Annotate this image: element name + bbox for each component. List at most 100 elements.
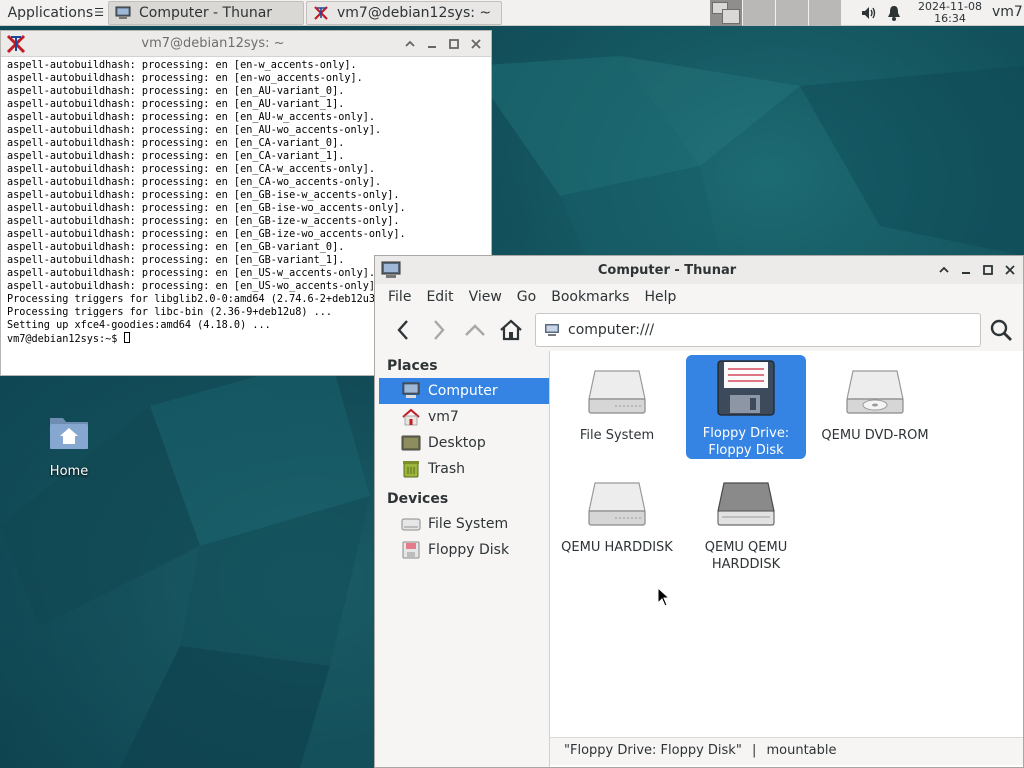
mouse-pointer-icon [657,587,671,607]
workspace-1[interactable] [710,0,742,26]
home-button[interactable] [495,314,527,346]
clock[interactable]: 2024-11-08 16:34 [914,1,986,25]
file-item-label: QEMU HARDDISK [561,540,673,555]
back-button[interactable] [387,314,419,346]
sidebar-item-file-system[interactable]: File System [379,511,549,537]
workspace-4[interactable] [809,0,841,26]
terminal-line: aspell-autobuildhash: processing: en [en… [7,112,376,123]
file-item-floppy-drive[interactable]: Floppy Drive: Floppy Disk [686,355,806,459]
sidebar-item-trash[interactable]: Trash [379,456,549,482]
sidebar-item-label: Computer [428,383,498,399]
sidebar-item-floppy-disk[interactable]: Floppy Disk [379,537,549,563]
workspace-window-preview [722,9,740,24]
thunar-panes: Places Computer vm7 Desktop Trash Device… [375,351,1023,767]
file-item-label: QEMU QEMU HARDDISK [704,540,788,572]
workspace-3[interactable] [776,0,808,26]
location-bar[interactable]: computer:/// [535,313,981,347]
terminal-line: aspell-autobuildhash: processing: en [en… [7,138,345,149]
terminal-titlebar[interactable]: vm7@debian12sys: ~ [1,31,491,57]
menu-go[interactable]: Go [510,289,544,305]
terminal-line: aspell-autobuildhash: processing: en [en… [7,190,400,201]
drive-icon [401,518,421,531]
menu-bookmarks[interactable]: Bookmarks [544,289,637,305]
file-item-label: File System [579,428,655,443]
maximize-button[interactable] [443,33,465,55]
forward-button[interactable] [423,314,455,346]
harddisk-icon [588,482,646,526]
shade-button[interactable] [933,259,955,281]
arrow-up-icon [465,324,485,336]
floppy-disk-icon [717,360,775,416]
file-item-label: Floppy Drive: Floppy Disk [702,426,790,458]
search-button[interactable] [985,314,1017,346]
applications-menu-label: Applications [7,4,94,21]
user-menu[interactable]: vm7 [992,4,1023,20]
maximize-icon [983,265,993,275]
applications-menu-button[interactable]: Applications ☰ [0,0,108,26]
terminal-line: aspell-autobuildhash: processing: en [en… [7,73,363,84]
file-item-qemu-harddisk[interactable]: QEMU HARDDISK [557,471,677,556]
sidebar-item-computer[interactable]: Computer [379,378,549,404]
menu-help[interactable]: Help [637,289,684,305]
terminal-line: aspell-autobuildhash: processing: en [en… [7,177,382,188]
terminal-line: aspell-autobuildhash: processing: en [en… [7,164,376,175]
computer-icon [402,382,420,398]
menu-edit[interactable]: Edit [419,289,461,305]
workspace-switcher [710,0,842,26]
sidebar-item-label: Desktop [428,435,486,451]
location-path: computer:/// [568,322,655,338]
taskbar-item-terminal[interactable]: vm7@debian12sys: ~ [306,1,502,25]
status-selected-name: "Floppy Drive: Floppy Disk" [564,743,742,758]
file-item-qemu-qemu-harddisk[interactable]: QEMU QEMU HARDDISK [686,471,806,573]
thunar-titlebar[interactable]: Computer - Thunar [375,256,1023,284]
taskbar-item-thunar[interactable]: Computer - Thunar [108,1,304,25]
volume-icon[interactable] [860,4,878,22]
xterm-icon[interactable] [5,33,27,55]
minimize-icon [428,45,436,48]
xterm-icon [314,6,328,20]
terminal-line: aspell-autobuildhash: processing: en [en… [7,151,345,162]
workspace-2[interactable] [743,0,775,26]
terminal-cursor [123,332,130,343]
terminal-line: aspell-autobuildhash: processing: en [en… [7,60,357,71]
computer-icon [115,6,131,19]
sidebar-item-label: Floppy Disk [428,542,510,558]
file-item-dvd-rom[interactable]: QEMU DVD-ROM [815,359,935,444]
desktop-home-icon[interactable]: Home [38,412,100,479]
sidebar-heading-places: Places [387,358,438,374]
sidebar-item-home[interactable]: vm7 [379,404,549,430]
sidebar: Places Computer vm7 Desktop Trash Device… [375,351,550,767]
sidebar-heading-devices: Devices [387,491,449,507]
close-icon [471,38,481,49]
minimize-icon [962,272,970,274]
notification-bell-icon[interactable] [886,4,902,22]
shade-button[interactable] [399,33,421,55]
sidebar-item-desktop[interactable]: Desktop [379,430,549,456]
file-item-label: QEMU DVD-ROM [821,428,929,443]
status-type: mountable [766,743,837,758]
file-view[interactable]: File System Floppy Drive: Floppy Disk QE… [550,351,1023,767]
close-button[interactable] [999,259,1021,281]
menu-file[interactable]: File [381,289,419,305]
search-icon [990,319,1012,341]
home-folder-icon [402,408,420,426]
menu-bar: File Edit View Go Bookmarks Help [375,284,1023,309]
desktop-home-label: Home [49,464,89,479]
minimize-button[interactable] [955,259,977,281]
minimize-button[interactable] [421,33,443,55]
file-item-file-system[interactable]: File System [557,359,677,444]
xfce-logo-icon [4,12,5,13]
terminal-line: aspell-autobuildhash: processing: en [en… [7,242,345,253]
arrow-left-icon [397,320,408,340]
close-button[interactable] [465,33,487,55]
sidebar-item-label: vm7 [428,409,459,425]
menu-view[interactable]: View [462,289,510,305]
optical-drive-icon [846,370,904,414]
parent-folder-button[interactable] [459,314,491,346]
arrow-right-icon [434,320,445,340]
computer-icon [545,324,559,336]
computer-icon[interactable] [381,261,401,279]
maximize-button[interactable] [977,259,999,281]
taskbar-item-label: Computer - Thunar [139,5,273,21]
menu-marker-icon: ☰ [94,6,104,19]
